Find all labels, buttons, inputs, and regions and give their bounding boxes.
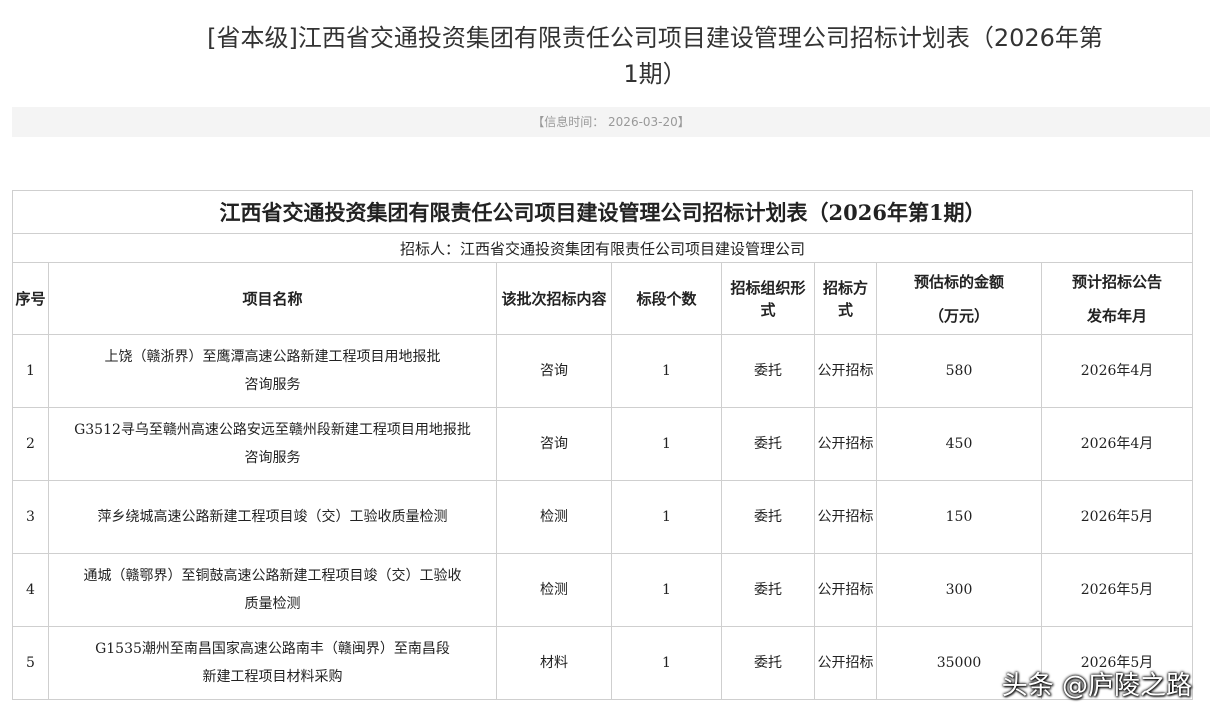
cell-publish: 2026年5月 — [1040, 553, 1194, 627]
cell-name: G3512寻乌至赣州高速公路安远至赣州段新建工程项目用地报批 咨询服务 — [48, 407, 497, 481]
col-header-publish: 预计招标公告 发布年月 — [1040, 262, 1194, 335]
cell-method: 公开招标 — [814, 480, 877, 554]
col-header-org: 招标组织形式 — [721, 262, 815, 335]
watermark: 头条 @庐陵之路 — [1001, 671, 1192, 701]
cell-sections: 1 — [611, 480, 722, 554]
cell-content: 检测 — [496, 480, 612, 554]
cell-publish: 2026年5月 — [1040, 480, 1194, 554]
cell-seq: 3 — [12, 480, 49, 554]
table-title: 江西省交通投资集团有限责任公司项目建设管理公司招标计划表（2026年第1期） — [11, 190, 1194, 234]
cell-seq: 2 — [12, 407, 49, 481]
cell-org: 委托 — [721, 334, 815, 408]
col-header-sections: 标段个数 — [611, 262, 722, 335]
bid-plan-table: 江西省交通投资集团有限责任公司项目建设管理公司招标计划表（2026年第1期） 招… — [11, 190, 1194, 700]
cell-org: 委托 — [721, 480, 815, 554]
cell-method: 公开招标 — [814, 553, 877, 627]
cell-method: 公开招标 — [814, 407, 877, 481]
cell-amount: 450 — [876, 407, 1042, 481]
cell-sections: 1 — [611, 407, 722, 481]
cell-content: 咨询 — [496, 334, 612, 408]
cell-amount: 150 — [876, 480, 1042, 554]
cell-name: 萍乡绕城高速公路新建工程项目竣（交）工验收质量检测 — [48, 480, 497, 554]
table-row: 2 G3512寻乌至赣州高速公路安远至赣州段新建工程项目用地报批 咨询服务 咨询 1 委… — [12, 407, 1194, 481]
cell-method: 公开招标 — [814, 626, 877, 700]
table-row: 1 上饶（赣浙界）至鹰潭高速公路新建工程项目用地报批 咨询服务 咨询 1 委托 公开招标 5… — [12, 334, 1194, 408]
table-row: 4 通城（赣鄂界）至铜鼓高速公路新建工程项目竣（交）工验收 质量检测 检测 1 委托 公开… — [12, 553, 1194, 627]
cell-content: 咨询 — [496, 407, 612, 481]
col-header-method: 招标方式 — [814, 262, 877, 335]
cell-content: 材料 — [496, 626, 612, 700]
cell-name: G1535潮州至南昌国家高速公路南丰（赣闽界）至南昌段 新建工程项目材料采购 — [48, 626, 497, 700]
cell-publish: 2026年4月 — [1040, 334, 1194, 408]
cell-content: 检测 — [496, 553, 612, 627]
cell-seq: 1 — [12, 334, 49, 408]
cell-sections: 1 — [611, 553, 722, 627]
cell-method: 公开招标 — [814, 334, 877, 408]
tenderer: 招标人：江西省交通投资集团有限责任公司项目建设管理公司 — [11, 233, 1194, 263]
col-header-seq: 序号 — [12, 262, 49, 335]
col-header-content: 该批次招标内容 — [496, 262, 612, 335]
cell-org: 委托 — [721, 553, 815, 627]
col-header-amount: 预估标的金额 （万元） — [876, 262, 1042, 335]
cell-seq: 5 — [12, 626, 49, 700]
cell-amount: 300 — [876, 553, 1042, 627]
cell-org: 委托 — [721, 626, 815, 700]
cell-name: 通城（赣鄂界）至铜鼓高速公路新建工程项目竣（交）工验收 质量检测 — [48, 553, 497, 627]
cell-publish: 2026年4月 — [1040, 407, 1194, 481]
table-header-row: 序号 项目名称 该批次招标内容 标段个数 招标组织形式 招标方式 预估标的金额 … — [12, 262, 1194, 335]
cell-amount: 580 — [876, 334, 1042, 408]
page-title: [省本级]江西省交通投资集团有限责任公司项目建设管理公司招标计划表（2026年第… — [207, 24, 1103, 88]
col-header-name: 项目名称 — [48, 262, 497, 335]
info-time: 【信息时间： 2026-03-20】 — [12, 107, 1210, 137]
cell-name: 上饶（赣浙界）至鹰潭高速公路新建工程项目用地报批 咨询服务 — [48, 334, 497, 408]
cell-sections: 1 — [611, 626, 722, 700]
cell-sections: 1 — [611, 334, 722, 408]
cell-org: 委托 — [721, 407, 815, 481]
cell-seq: 4 — [12, 553, 49, 627]
table-row: 3 萍乡绕城高速公路新建工程项目竣（交）工验收质量检测 检测 1 委托 公开招标 150 20… — [12, 480, 1194, 554]
